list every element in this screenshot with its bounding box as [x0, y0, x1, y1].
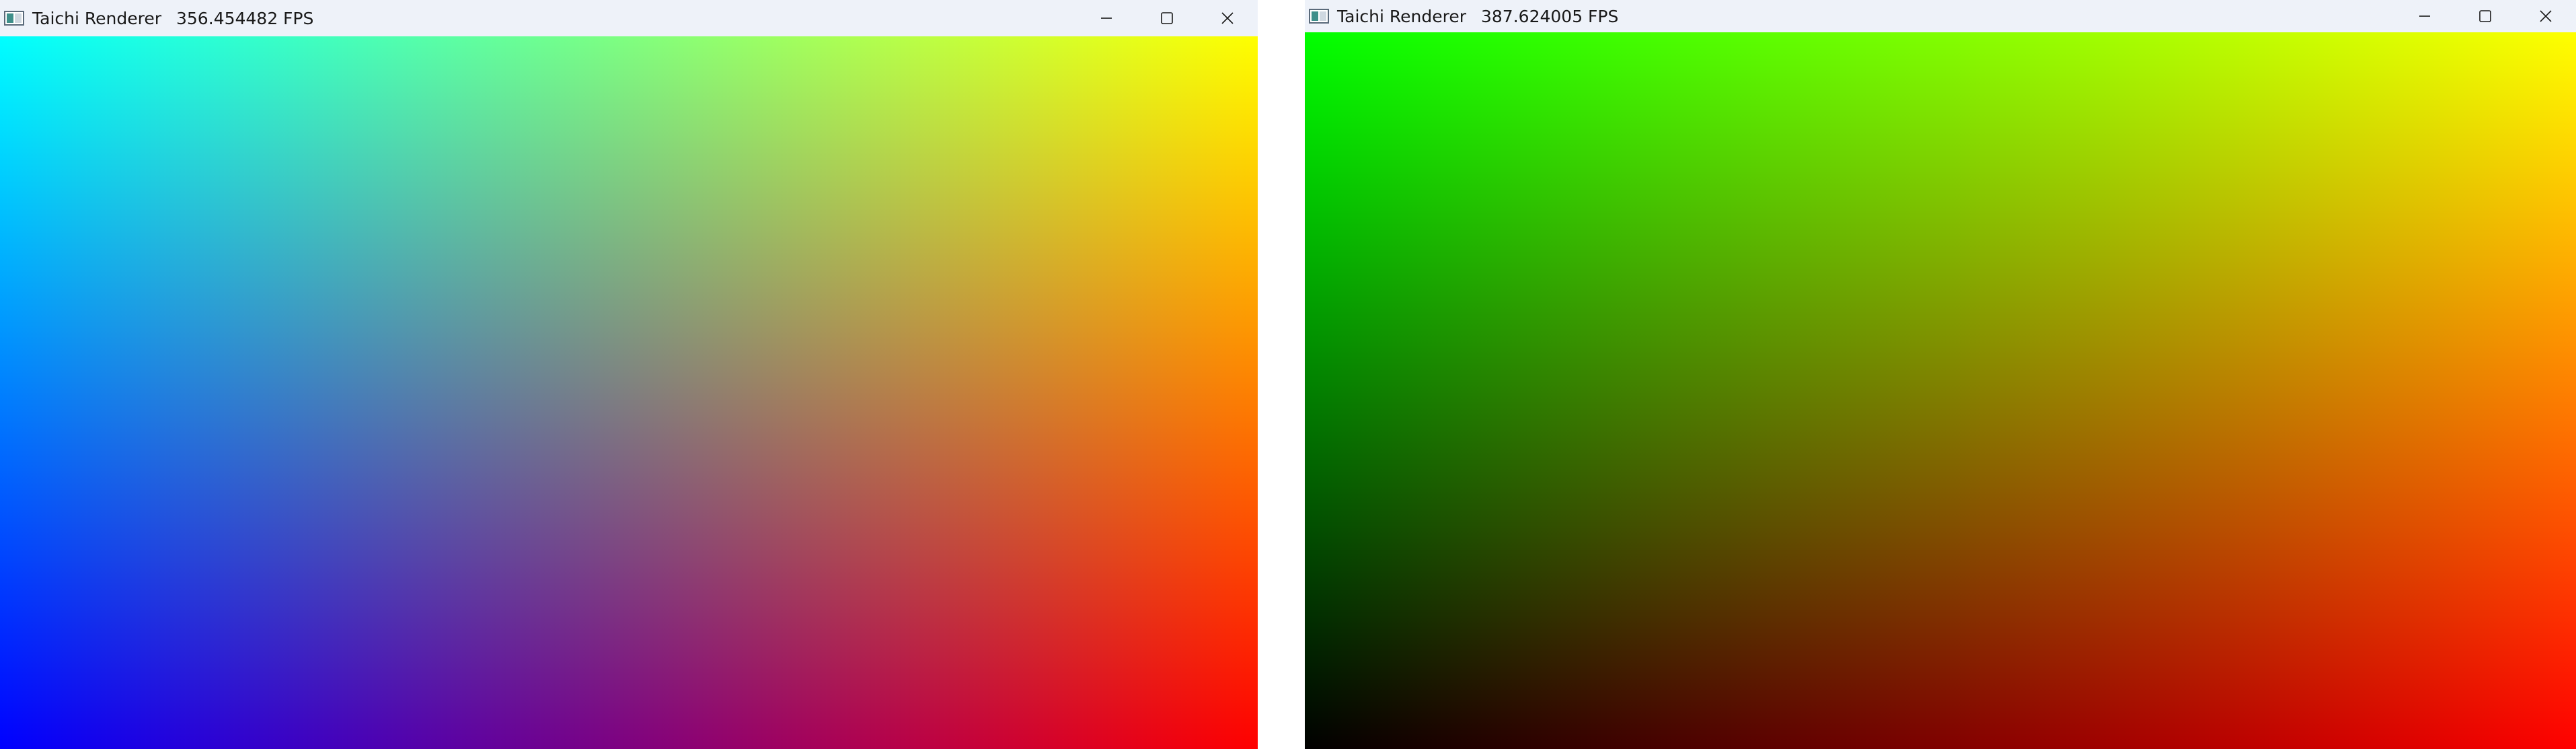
app-icon: [1309, 8, 1329, 24]
window-titlebar[interactable]: Taichi Renderer 356.454482 FPS: [0, 0, 1258, 36]
close-button[interactable]: [2515, 0, 2576, 32]
window-title: Taichi Renderer: [32, 8, 161, 28]
renderer-window-left[interactable]: Taichi Renderer 356.454482 FPS: [0, 0, 1258, 749]
window-titlebar[interactable]: Taichi Renderer 387.624005 FPS: [1305, 0, 2576, 32]
render-canvas[interactable]: [0, 36, 1258, 749]
close-button[interactable]: [1197, 0, 1258, 36]
render-canvas[interactable]: [1305, 32, 2576, 749]
app-icon: [4, 10, 24, 26]
fps-readout: 356.454482 FPS: [176, 8, 314, 28]
fps-readout: 387.624005 FPS: [1481, 6, 1619, 26]
maximize-icon: [2479, 10, 2491, 22]
maximize-icon: [1161, 12, 1173, 24]
maximize-button[interactable]: [2455, 0, 2515, 32]
minimize-button[interactable]: [1076, 0, 1137, 36]
close-icon: [2540, 10, 2552, 22]
close-icon: [1221, 12, 1234, 24]
caption-buttons: [1076, 0, 1258, 36]
minimize-icon: [2419, 15, 2430, 17]
minimize-button[interactable]: [2394, 0, 2455, 32]
maximize-button[interactable]: [1137, 0, 1197, 36]
minimize-icon: [1101, 17, 1112, 19]
window-title: Taichi Renderer: [1337, 6, 1466, 26]
caption-buttons: [2394, 0, 2576, 32]
renderer-window-right[interactable]: Taichi Renderer 387.624005 FPS: [1305, 0, 2576, 749]
